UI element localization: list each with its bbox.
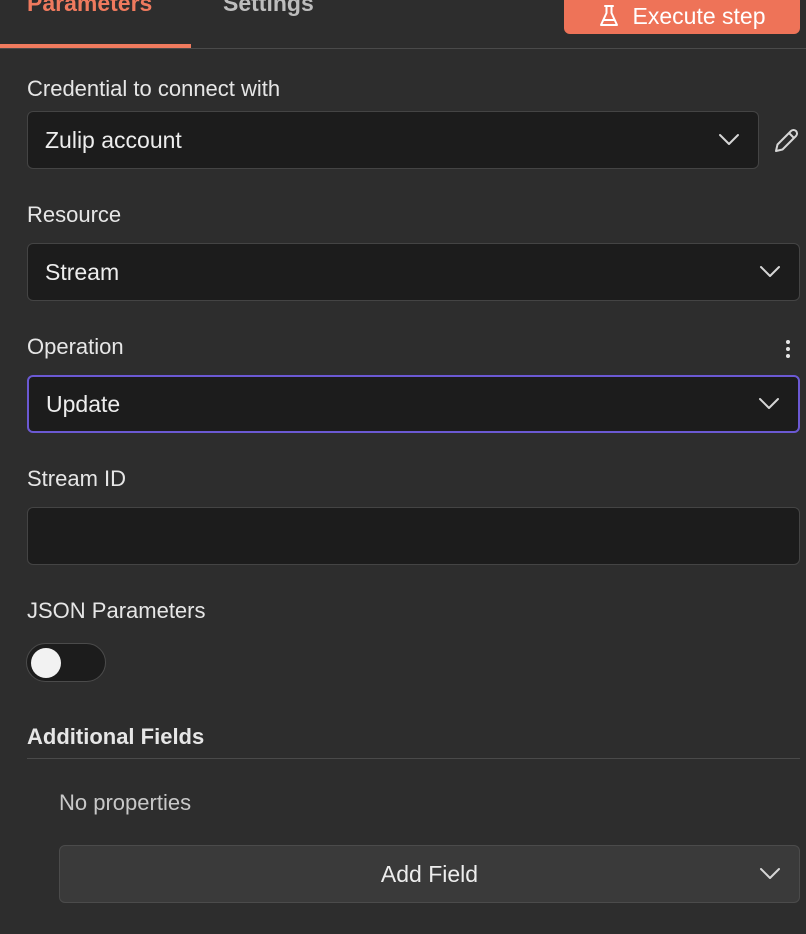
chevron-down-icon [760,266,780,277]
active-tab-indicator [0,44,191,48]
tab-bar: Parameters Settings Execute step [0,0,806,49]
resource-value: Stream [45,258,120,285]
operation-label: Operation [27,334,124,359]
toggle-knob [31,648,61,678]
tab-settings[interactable]: Settings [223,0,314,17]
stream-id-label: Stream ID [27,466,127,491]
credential-value: Zulip account [45,126,182,153]
execute-step-label: Execute step [632,2,766,29]
operation-value: Update [46,390,121,417]
operation-select[interactable]: Update [27,375,800,433]
credential-select[interactable]: Zulip account [27,111,759,169]
chevron-down-icon [760,868,780,879]
credential-label: Credential to connect with [27,76,281,101]
add-field-label: Add Field [380,860,479,887]
execute-step-button[interactable]: Execute step [564,0,800,34]
add-field-button[interactable]: Add Field [59,845,800,903]
pencil-icon[interactable] [771,126,801,156]
more-options-icon[interactable] [780,337,796,361]
chevron-down-icon [759,398,779,409]
tab-parameters[interactable]: Parameters [27,0,152,17]
no-properties-text: No properties [59,790,192,815]
section-divider [27,758,800,759]
json-parameters-toggle[interactable] [26,643,106,682]
chevron-down-icon [719,134,739,145]
json-parameters-label: JSON Parameters [27,598,206,623]
stream-id-input[interactable] [27,507,800,565]
additional-fields-title: Additional Fields [27,724,205,749]
resource-label: Resource [27,202,122,227]
resource-select[interactable]: Stream [27,243,800,301]
flask-icon [599,5,618,26]
